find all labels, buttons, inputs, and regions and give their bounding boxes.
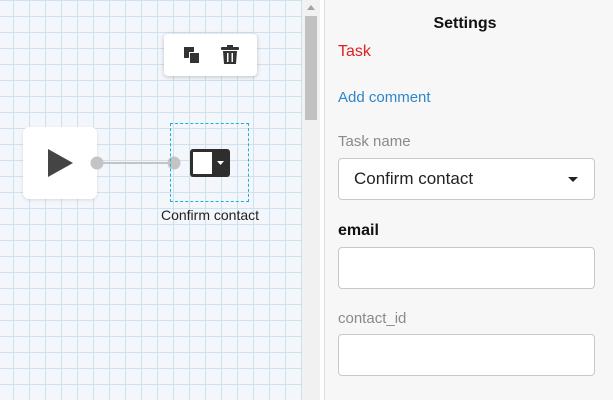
copy-button[interactable] bbox=[181, 44, 203, 66]
email-label: email bbox=[338, 222, 379, 239]
workflow-canvas[interactable]: Confirm contact bbox=[0, 0, 302, 400]
panel-title: Settings bbox=[433, 15, 497, 32]
connector-line[interactable] bbox=[90, 155, 182, 171]
scroll-up-arrow[interactable] bbox=[307, 5, 315, 10]
delete-button[interactable] bbox=[219, 44, 241, 66]
task-node-confirm-contact[interactable] bbox=[170, 123, 249, 202]
node-toolbar bbox=[164, 34, 257, 76]
chevron-down-icon bbox=[568, 177, 578, 182]
dropdown-select-icon bbox=[189, 148, 230, 177]
task-type-label: Task bbox=[338, 43, 371, 60]
copy-icon bbox=[183, 47, 199, 63]
contact-id-label: contact_id bbox=[338, 310, 407, 327]
canvas-scrollbar[interactable] bbox=[302, 0, 320, 400]
add-comment-link[interactable]: Add comment bbox=[338, 89, 431, 106]
contact-id-field[interactable] bbox=[338, 334, 595, 376]
start-node[interactable] bbox=[23, 127, 97, 199]
task-name-label: Task name bbox=[338, 133, 411, 150]
connector-start-handle[interactable] bbox=[90, 156, 104, 170]
settings-panel: Settings Task Add comment Task name Conf… bbox=[325, 0, 613, 400]
email-field[interactable] bbox=[338, 247, 595, 289]
play-icon bbox=[48, 149, 73, 177]
task-name-select[interactable]: Confirm contact bbox=[338, 158, 595, 200]
task-name-selected-value: Confirm contact bbox=[354, 169, 474, 188]
trash-icon bbox=[220, 45, 239, 64]
scroll-thumb[interactable] bbox=[305, 16, 317, 120]
task-node-label: Confirm contact bbox=[160, 207, 260, 223]
